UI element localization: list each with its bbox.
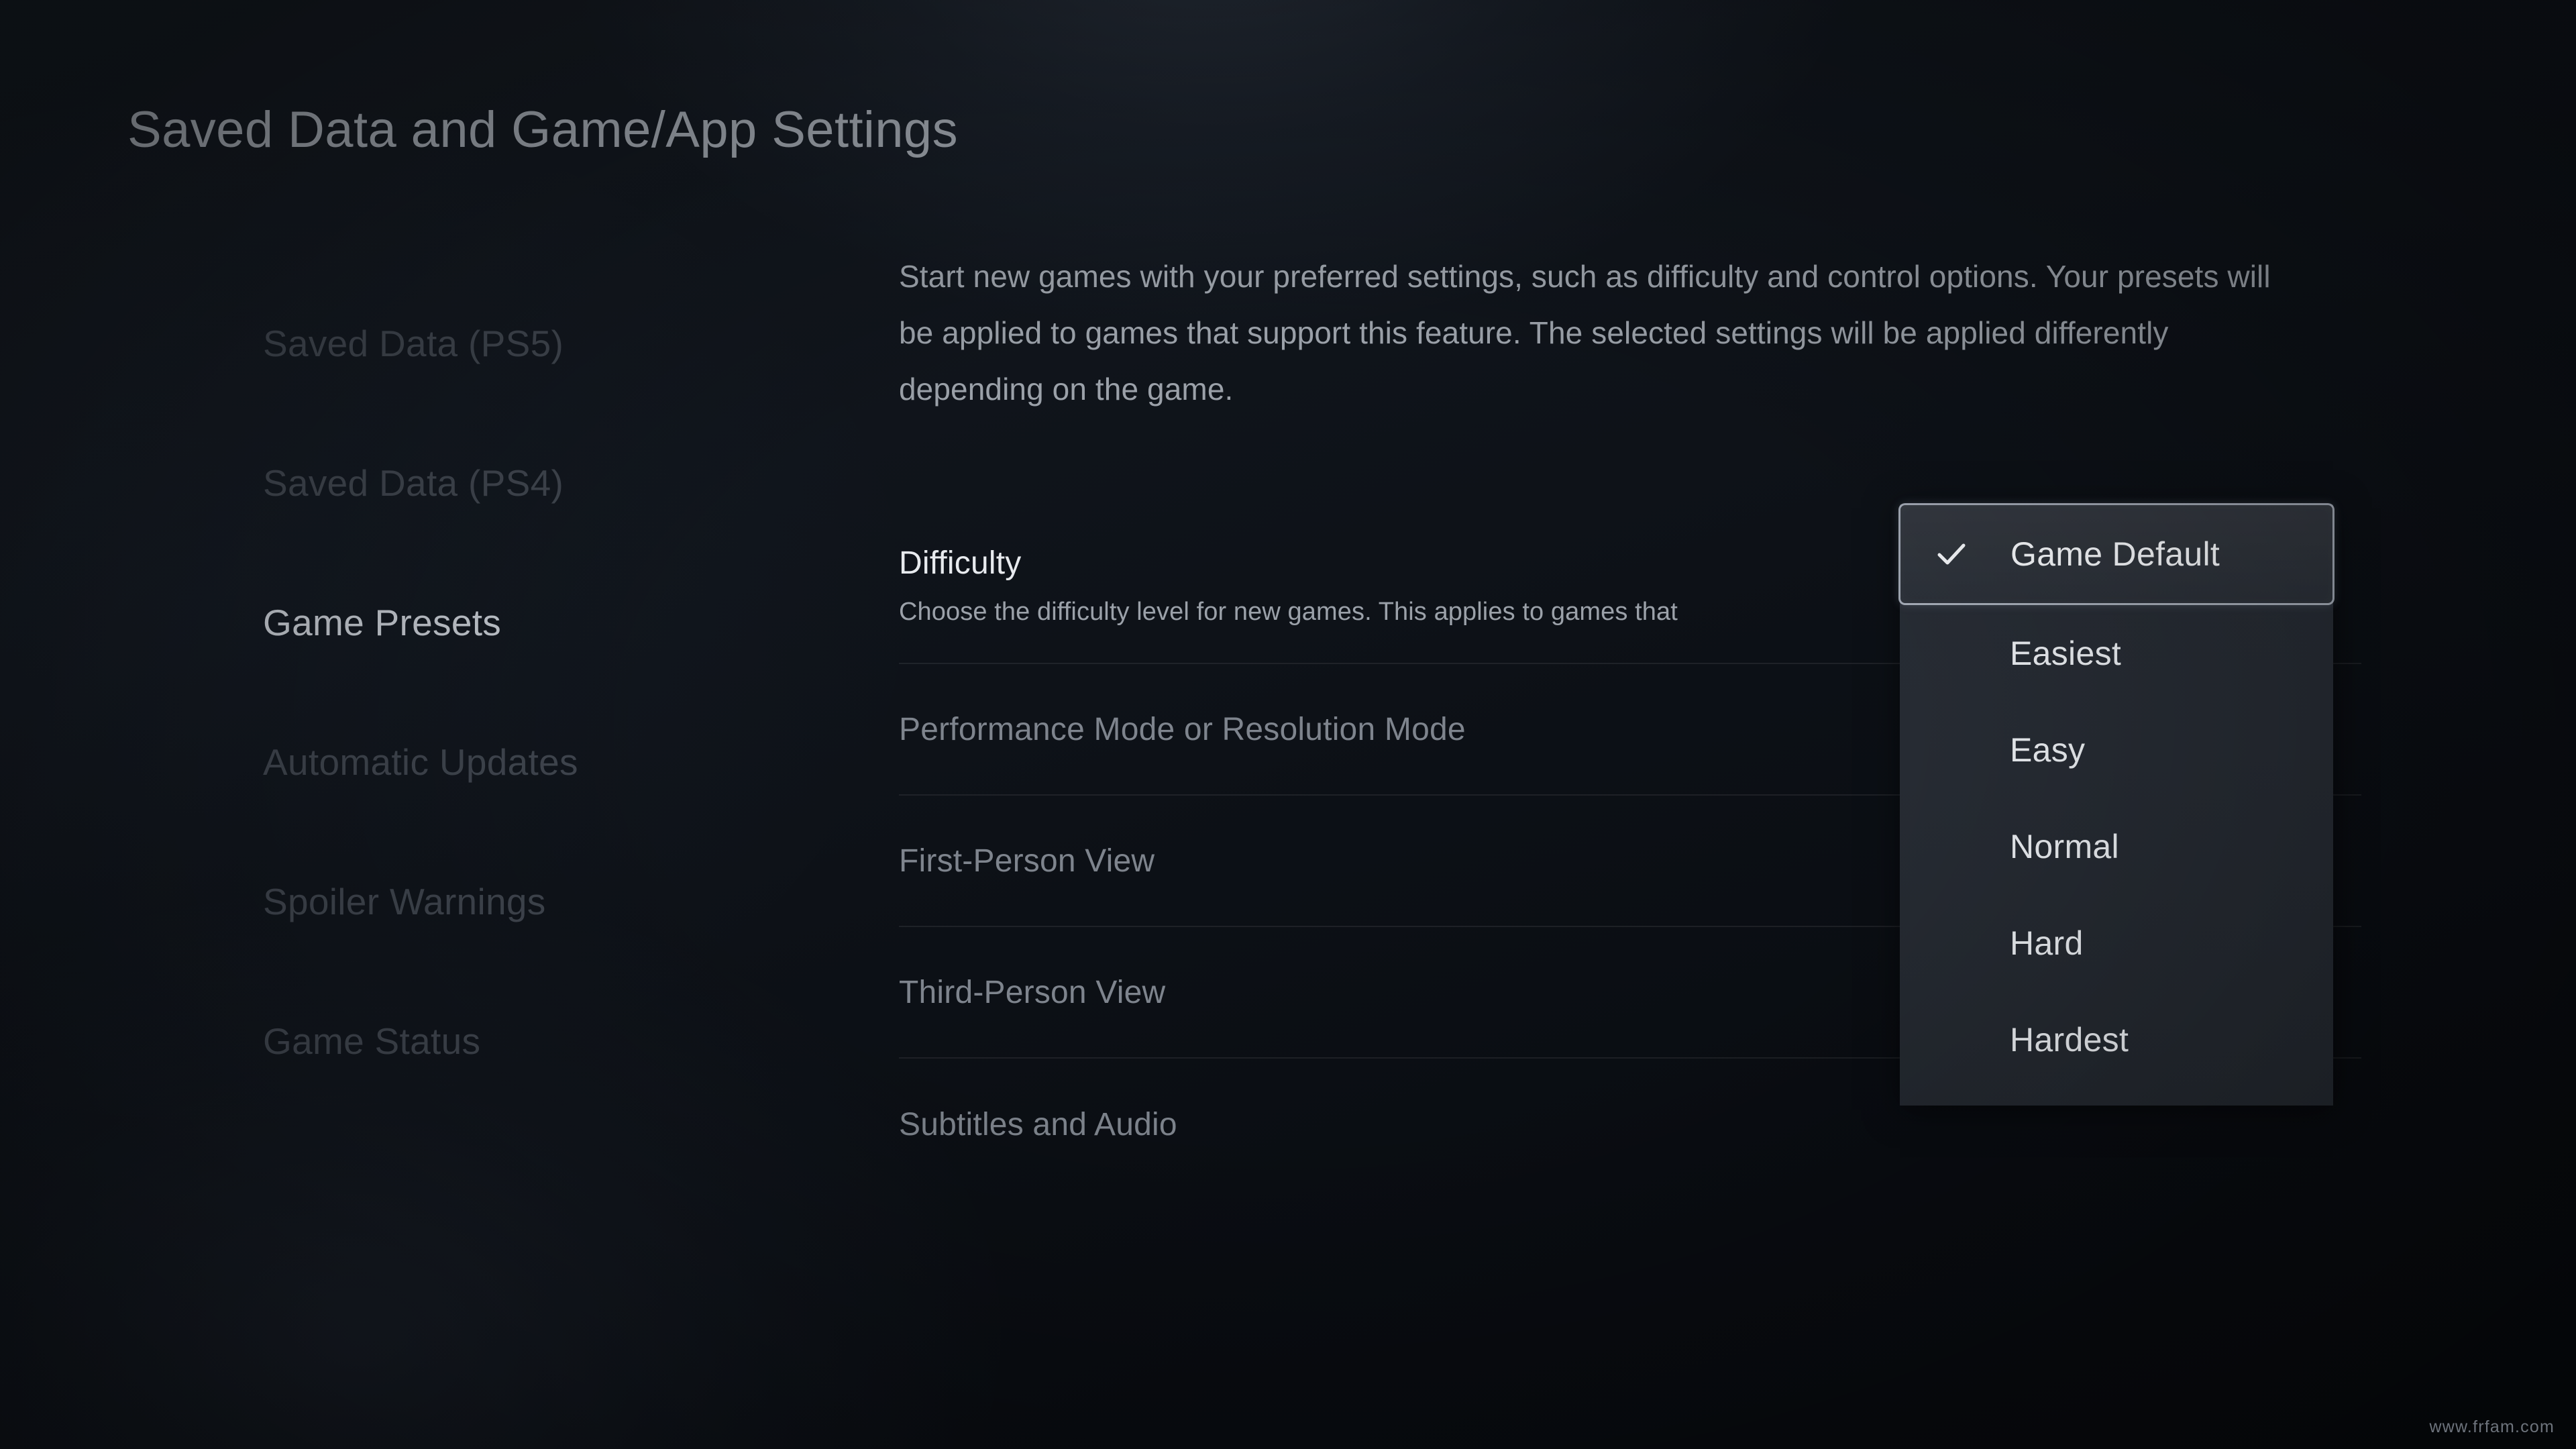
dropdown-option-easy[interactable]: Easy	[1900, 702, 2333, 798]
sidebar-item-game-status[interactable]: Game Status	[263, 971, 759, 1111]
sidebar-item-automatic-updates[interactable]: Automatic Updates	[263, 692, 759, 832]
setting-label: First-Person View	[899, 843, 1155, 879]
sidebar-item-saved-data-ps4[interactable]: Saved Data (PS4)	[263, 413, 759, 553]
settings-sidebar: Saved Data (PS5) Saved Data (PS4) Game Pre…	[263, 274, 759, 1111]
dropdown-option-label: Hardest	[2010, 1021, 2129, 1059]
dropdown-option-game-default[interactable]: Game Default	[1898, 503, 2334, 605]
dropdown-option-hard[interactable]: Hard	[1900, 895, 2333, 991]
dropdown-option-label: Game Default	[2010, 535, 2220, 573]
page-title: Saved Data and Game/App Settings	[127, 101, 959, 158]
setting-label: Subtitles and Audio	[899, 1106, 1177, 1142]
watermark: www.frfam.com	[2429, 1417, 2555, 1436]
sidebar-item-spoiler-warnings[interactable]: Spoiler Warnings	[263, 832, 759, 971]
setting-label: Performance Mode or Resolution Mode	[899, 711, 1466, 747]
sidebar-item-saved-data-ps5[interactable]: Saved Data (PS5)	[263, 274, 759, 413]
dropdown-option-normal[interactable]: Normal	[1900, 798, 2333, 895]
check-icon	[1933, 537, 1970, 572]
dropdown-option-easiest[interactable]: Easiest	[1900, 605, 2333, 702]
dropdown-option-hardest[interactable]: Hardest	[1900, 991, 2333, 1088]
dropdown-option-label: Hard	[2010, 924, 2084, 962]
sidebar-item-game-presets[interactable]: Game Presets	[263, 553, 759, 692]
main-content: Start new games with your preferred sett…	[899, 248, 2308, 417]
dropdown-option-label: Normal	[2010, 828, 2119, 865]
dropdown-option-label: Easiest	[2010, 635, 2122, 672]
difficulty-dropdown-menu[interactable]: Game Default Easiest Easy Normal Hard Hardest	[1898, 503, 2334, 1106]
dropdown-option-label: Easy	[2010, 731, 2086, 769]
ps5-settings-screen: Saved Data and Game/App Settings Saved D…	[0, 0, 2576, 1449]
setting-label: Third-Person View	[899, 974, 1166, 1010]
section-description: Start new games with your preferred sett…	[899, 259, 2271, 407]
